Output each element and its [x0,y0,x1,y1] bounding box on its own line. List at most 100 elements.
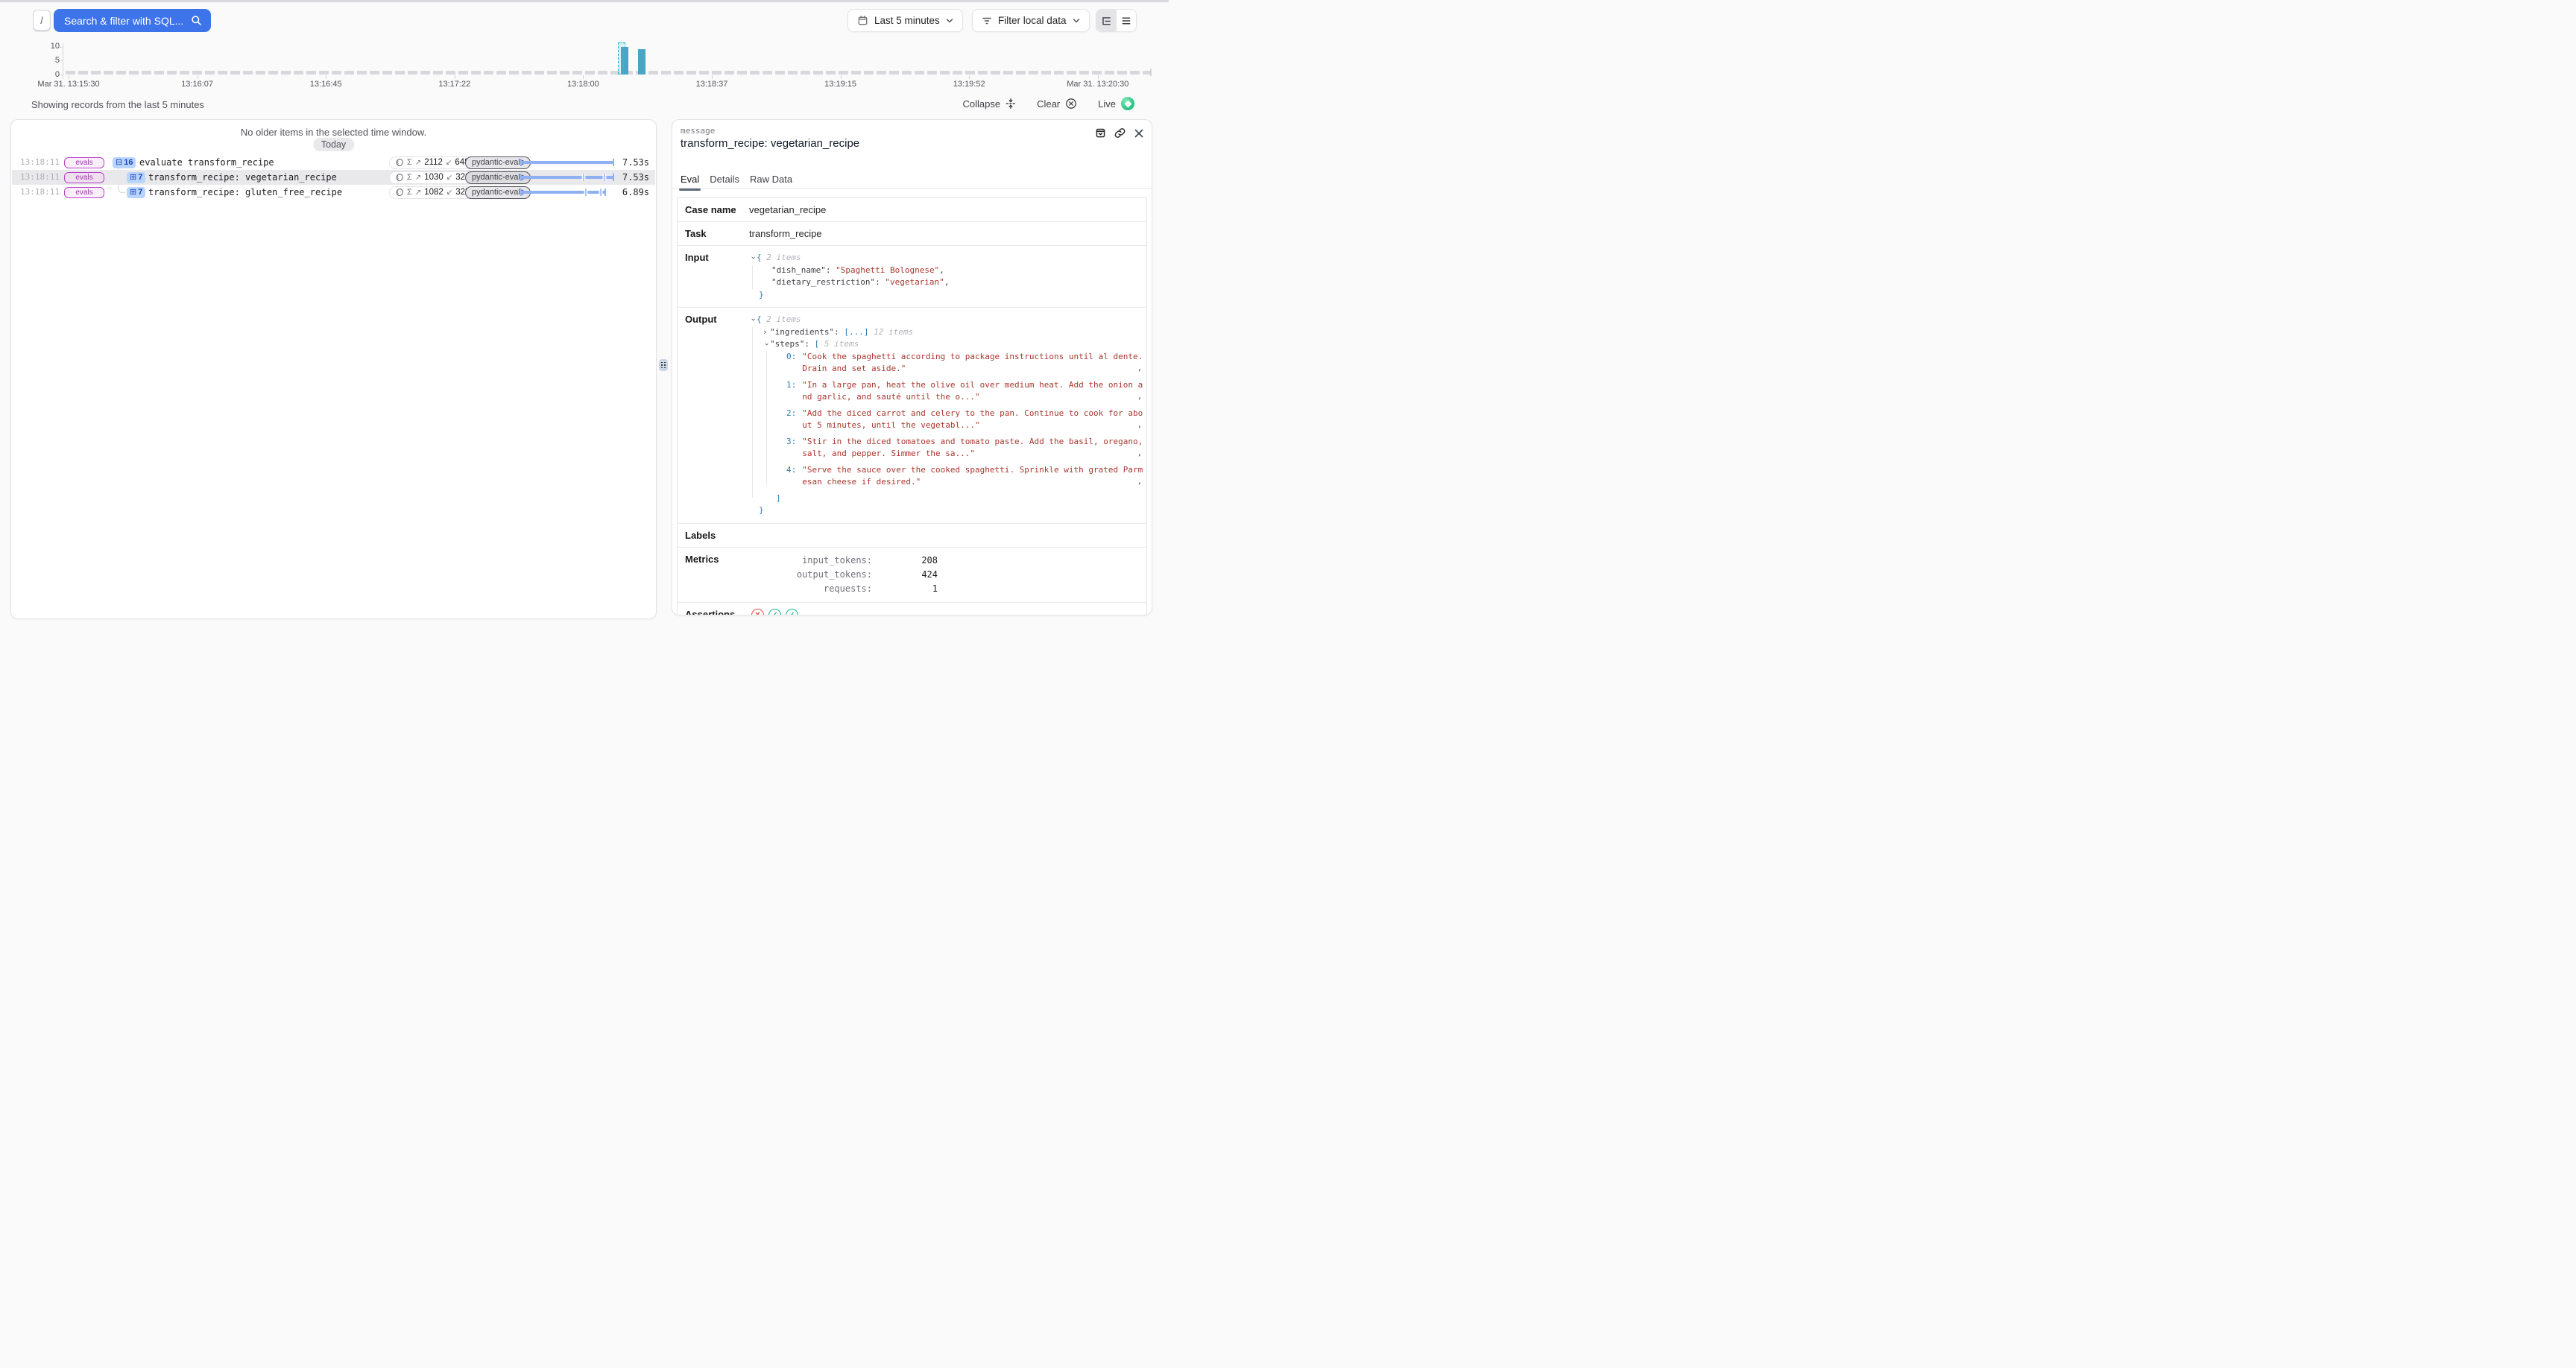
records-histogram[interactable]: Mar 31. 13:15:3013:16:0713:16:4513:17:22… [0,42,1169,95]
chevron-expanded-icon[interactable]: › [747,317,760,325]
showing-records-text: Showing records from the last 5 minutes [31,99,204,110]
list-view-toggle[interactable] [1117,10,1137,31]
list-view-icon [1121,16,1131,26]
input-tokens-arrow-icon: ↗ [415,174,421,182]
trace-tag-evals[interactable]: evals [64,187,104,198]
output-json-tree[interactable]: ›{ 2 items›"ingredients": [...] 12 items… [749,314,1145,517]
output-label: Output [685,314,749,517]
x-axis-label: 13:19:15 [824,80,856,89]
chevron-down-icon [946,18,953,24]
x-axis-label: 13:18:00 [567,80,599,89]
date-chip: Today [313,138,354,151]
json-step-string: "In a large pan, heat the olive oil over… [802,379,1145,404]
json-entry: "dietary_restriction": "vegetarian", [749,276,1139,289]
chevron-expanded-icon[interactable]: › [747,256,760,263]
case-name-row: Case name vegetarian_recipe [678,198,1146,221]
input-tokens-value: 2112 [424,158,443,167]
archive-icon[interactable] [1095,127,1106,139]
span-detail-panel: message transform_recipe: vegetarian_rec… [672,119,1152,615]
task-label: Task [685,228,749,239]
x-axis-label: 13:17:22 [438,80,470,89]
clear-button[interactable]: Clear [1037,98,1077,110]
x-axis-label: Mar 31. 13:15:30 [37,80,99,89]
filter-icon [982,16,992,26]
tab-raw-data[interactable]: Raw Data [750,174,792,189]
token-stats-badge: Σ↗1082↙325 [389,186,476,199]
trace-tag-evals[interactable]: evals [64,157,104,168]
tree-view-toggle[interactable] [1096,10,1117,31]
tab-eval[interactable]: Eval [681,174,699,189]
search-button[interactable]: Search & filter with SQL... [54,9,211,32]
window-top-edge [0,0,1169,2]
histogram-selection [618,42,625,75]
output-tokens-arrow-icon: ↙ [446,174,452,182]
time-range-dropdown[interactable]: Last 5 minutes [847,9,963,32]
time-range-label: Last 5 minutes [874,15,940,26]
metric-name: output_tokens: [749,568,872,582]
labels-label: Labels [685,530,749,541]
span-count: 7 [138,174,142,182]
clear-label: Clear [1037,98,1060,110]
tabs-divider [672,188,1152,189]
duration-bar-tick [600,189,602,196]
tab-details[interactable]: Details [710,174,739,189]
duration-label: 7.53s [622,157,649,168]
json-step-item: 1:"In a large pan, heat the olive oil ov… [749,379,1145,404]
assertion-pass-icon[interactable]: ✓ [768,609,781,616]
span-count-badge[interactable]: ⊟16 [113,157,136,168]
collapse-button[interactable]: Collapse [962,98,1016,110]
span-count-badge[interactable]: ⊞7 [127,172,145,183]
collapse-icon: ⊟ [116,159,122,167]
trace-tag-evals[interactable]: evals [64,172,104,183]
panel-resize-handle[interactable] [659,359,668,371]
duration-bar-tick [585,189,587,196]
filter-local-data-dropdown[interactable]: Filter local data [972,9,1090,32]
metric-name: input_tokens: [749,554,872,568]
json-close-bracket: ] [749,493,1145,505]
collapse-vertical-icon [1006,98,1016,109]
x-axis-label: Mar 31. 13:20:30 [1067,80,1128,89]
x-axis-tick [1098,75,1099,79]
duration-bar [520,174,614,181]
json-steps-line: ›"steps": [ 5 items [749,338,1145,351]
assertion-pass-icon[interactable]: ✓ [786,609,798,616]
json-trailing-comma: , [1137,475,1143,488]
close-icon[interactable] [1134,128,1144,139]
json-step-item: 0:"Cook the spaghetti according to packa… [749,351,1145,376]
input-row: Input ›{ 2 items"dish_name": "Spaghetti … [678,245,1146,307]
chevron-expanded-icon[interactable]: › [760,342,772,349]
clear-circle-x-icon [1065,98,1077,110]
y-axis-tick [60,60,63,61]
duration-bar-tick [583,174,584,181]
input-json-tree[interactable]: ›{ 2 items"dish_name": "Spaghetti Bologn… [749,252,1139,301]
expand-icon: ⊞ [130,189,136,197]
span-name: transform_recipe: vegetarian_recipe [148,172,337,183]
labels-row: Labels [678,523,1146,547]
trace-row[interactable]: 13:18:11evals⊞7transform_recipe: vegetar… [12,170,655,185]
no-older-items-notice: No older items in the selected time wind… [11,127,656,138]
live-toggle[interactable]: Live [1098,97,1134,110]
metric-row: requests:1 [749,582,938,596]
json-step-string: "Stir in the diced tomatoes and tomato p… [802,436,1145,460]
trace-row[interactable]: 13:18:11evals⊟16evaluate transform_recip… [12,155,655,170]
span-count-badge[interactable]: ⊞7 [127,187,145,198]
trace-row[interactable]: 13:18:11evals⊞7transform_recipe: gluten_… [12,185,655,200]
copy-link-icon[interactable] [1114,127,1126,139]
live-status-icon [1121,97,1134,110]
chevron-collapsed-icon[interactable]: › [763,326,770,339]
duration-bar-tick [604,174,605,181]
sigma-icon: Σ [407,173,412,182]
case-name-value: vegetarian_recipe [749,204,826,215]
metric-value: 1 [872,582,938,596]
json-close-line: } [749,289,1139,302]
x-axis-label: 13:16:45 [310,80,342,89]
detail-tabs: Eval Details Raw Data [681,174,792,189]
json-ingredients-line: ›"ingredients": [...] 12 items [749,326,1145,339]
span-kind-label: message [681,126,715,136]
json-trailing-comma: , [1137,447,1143,460]
duration-bar [520,189,606,196]
input-tokens-arrow-icon: ↗ [415,189,421,197]
json-step-index: 2: [786,408,796,432]
histogram-bar[interactable] [638,49,645,75]
assertion-fail-icon[interactable]: ✕ [751,609,764,616]
